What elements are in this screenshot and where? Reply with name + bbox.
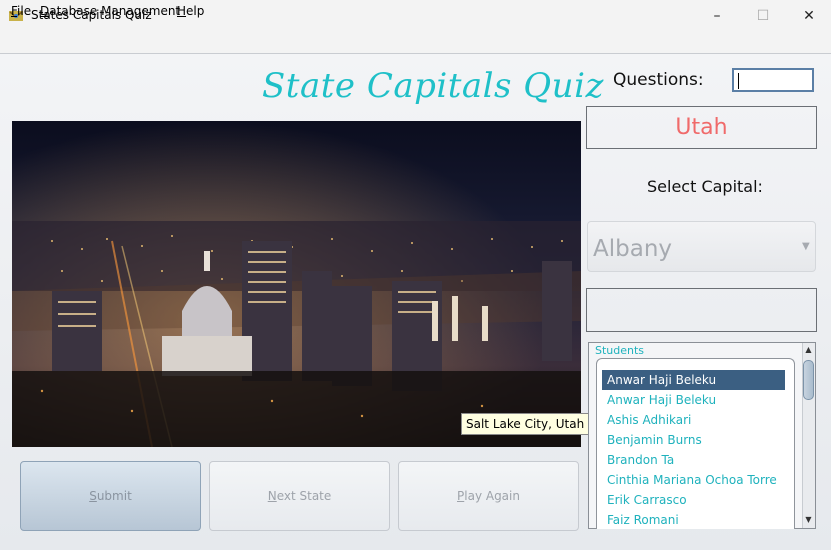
minimize-button[interactable]: – [694, 0, 740, 31]
maximize-button[interactable]: ☐ [740, 0, 786, 31]
student-item[interactable]: Benjamin Burns [602, 430, 785, 450]
result-box [586, 288, 817, 332]
quiz-title: State Capitals Quiz [262, 66, 604, 106]
minimize-icon: – [713, 7, 721, 24]
menu-help[interactable]: Help [177, 4, 204, 18]
select-capital-label: Select Capital: [647, 177, 763, 196]
student-item[interactable]: Brandon Ta [602, 450, 785, 470]
student-item[interactable]: Cinthia Mariana Ochoa Torre [602, 470, 785, 490]
scrollbar-thumb[interactable] [803, 360, 814, 400]
student-item[interactable]: Ashis Adhikari [602, 410, 785, 430]
next-state-button[interactable]: Next State [209, 461, 390, 531]
capital-dropdown-value: Albany [593, 236, 673, 262]
submit-button[interactable]: Submit [20, 461, 201, 531]
play-again-button[interactable]: Play Again [398, 461, 579, 531]
text-caret [738, 73, 739, 89]
maximize-icon: ☐ [756, 7, 770, 24]
questions-input[interactable] [732, 68, 814, 92]
menu-database-management[interactable]: Database Management [40, 4, 180, 18]
close-icon: ✕ [803, 7, 815, 24]
student-item[interactable]: Anwar Haji Beleku [602, 370, 785, 390]
chevron-down-icon[interactable]: ▼ [802, 241, 810, 252]
state-photo [12, 121, 581, 447]
student-item[interactable]: Faiz Romani [602, 510, 785, 530]
student-item[interactable]: Anwar Haji Beleku [602, 390, 785, 410]
state-name: Utah [586, 106, 817, 149]
students-title: Students [595, 344, 645, 357]
close-button[interactable]: ✕ [786, 0, 831, 31]
scroll-down-icon[interactable]: ▼ [802, 514, 815, 526]
photo-caption: Salt Lake City, Utah [461, 413, 590, 435]
student-item[interactable]: Erik Carrasco [602, 490, 785, 510]
questions-label: Questions: [613, 70, 704, 90]
menu-bar [0, 31, 831, 54]
menu-file[interactable]: File [11, 4, 31, 18]
scroll-up-icon[interactable]: ▲ [802, 344, 815, 356]
